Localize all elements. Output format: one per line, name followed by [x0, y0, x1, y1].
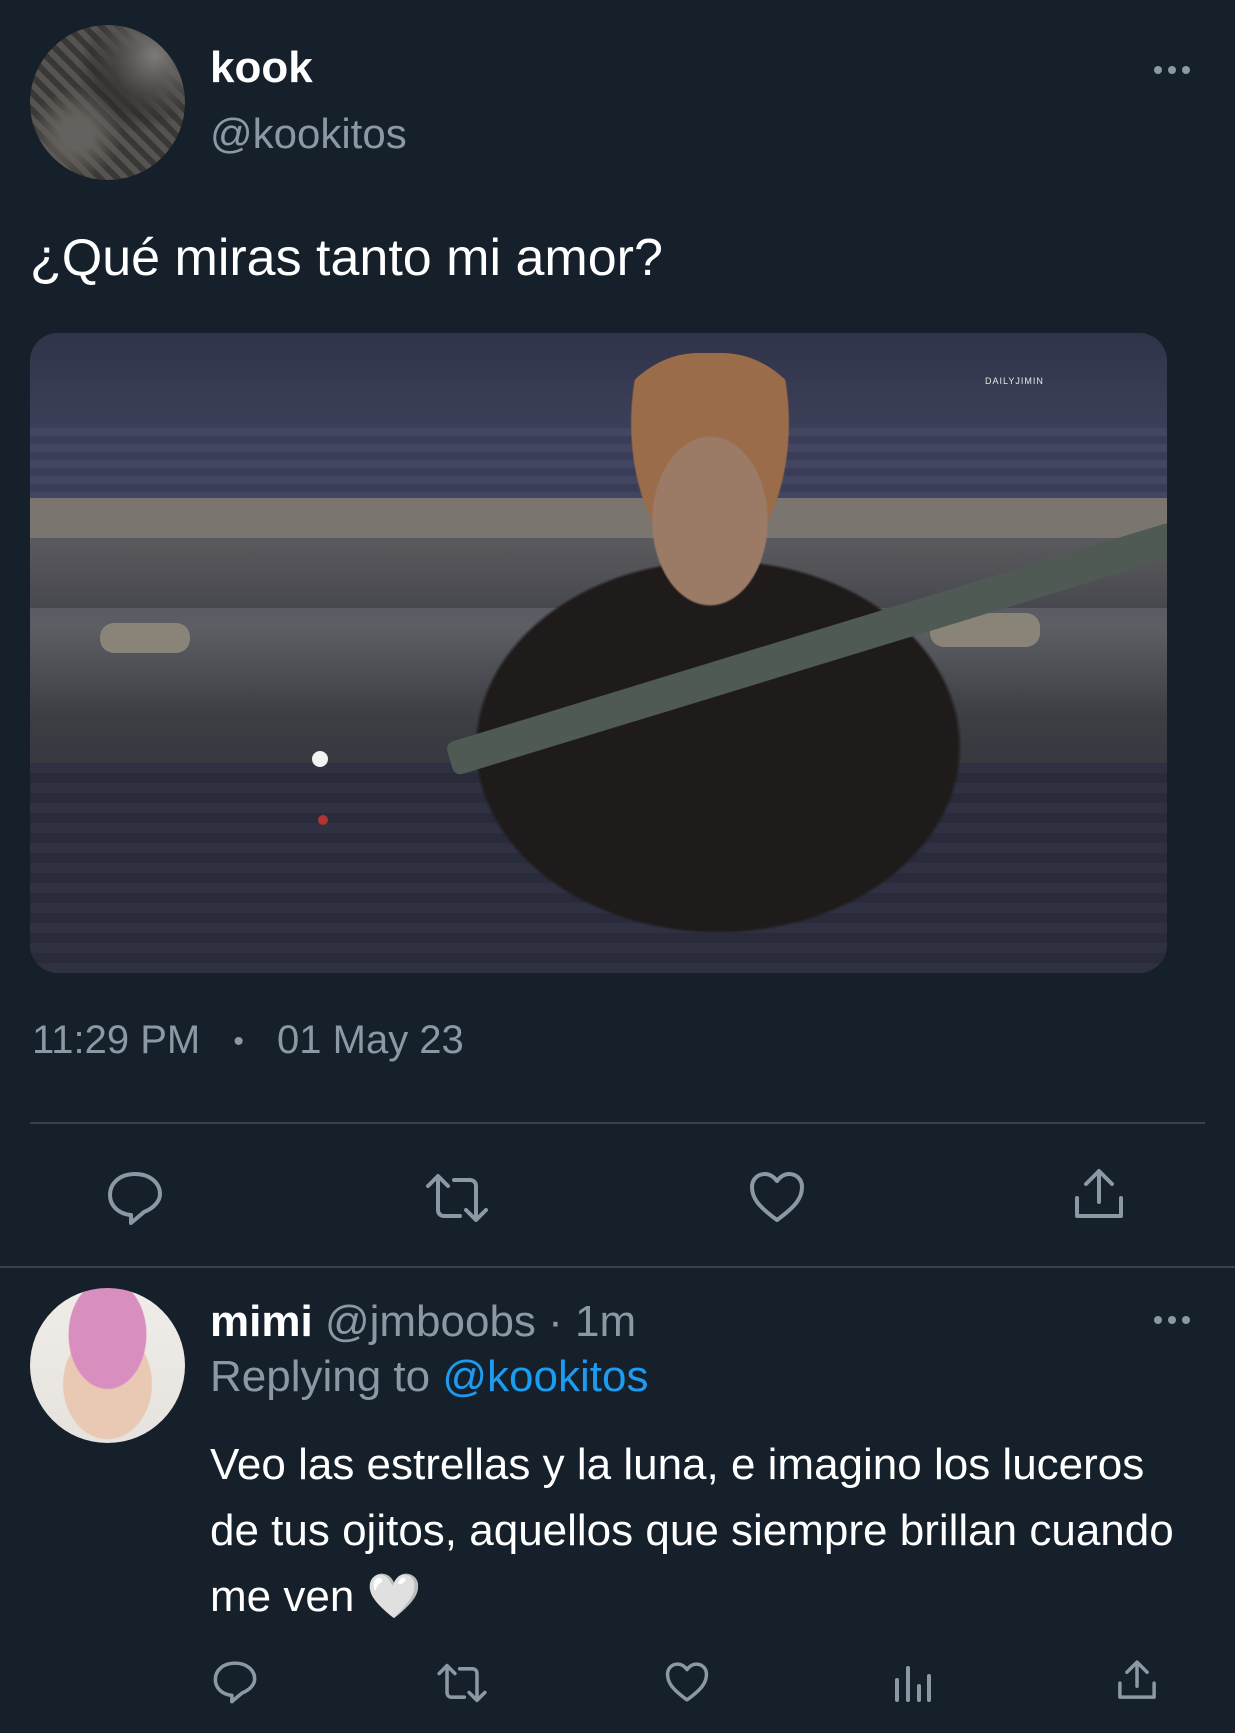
reply-like-button[interactable]	[664, 1661, 710, 1703]
reply-author-name[interactable]: mimi	[210, 1297, 313, 1346]
heart-icon	[750, 1172, 804, 1222]
heart-icon	[665, 1662, 709, 1702]
tweet-photo[interactable]: DAILYJIMIN	[30, 333, 1167, 973]
reply-button[interactable]	[106, 1170, 164, 1226]
timestamp-separator: •	[233, 1025, 244, 1059]
author-handle[interactable]: @kookitos	[210, 110, 407, 158]
more-horizontal-icon	[1154, 1316, 1190, 1324]
more-horizontal-icon	[1154, 66, 1190, 74]
reply-author-handle[interactable]: @jmboobs	[325, 1297, 536, 1346]
reply-age[interactable]: 1m	[575, 1297, 636, 1346]
reply-author-avatar[interactable]	[30, 1288, 185, 1443]
reply-analytics-button[interactable]	[893, 1664, 933, 1702]
reply-share-button[interactable]	[1116, 1658, 1158, 1702]
share-button[interactable]	[1072, 1166, 1126, 1222]
tweet-text: ¿Qué miras tanto mi amor?	[30, 229, 663, 287]
reply-icon	[108, 1172, 162, 1225]
author-name[interactable]: kook	[210, 43, 313, 93]
replying-to-mention[interactable]: @kookitos	[442, 1352, 648, 1401]
retweet-icon	[426, 1174, 488, 1222]
like-button[interactable]	[748, 1170, 806, 1224]
author-avatar[interactable]	[30, 25, 185, 180]
analytics-icon	[895, 1666, 931, 1702]
replying-to: Replying to @kookitos	[210, 1352, 648, 1402]
share-icon	[1118, 1660, 1156, 1699]
retweet-icon	[437, 1663, 487, 1703]
reply-retweet-button[interactable]	[436, 1662, 488, 1704]
tweet-time: 11:29 PM	[32, 1018, 201, 1062]
reply-reply-button[interactable]	[212, 1660, 258, 1704]
share-icon	[1075, 1169, 1123, 1218]
reply-more-options-button[interactable]	[1152, 1310, 1192, 1330]
divider	[30, 1122, 1205, 1124]
image-watermark: DAILYJIMIN	[985, 376, 1044, 386]
reply-header: mimi @jmboobs · 1m	[210, 1297, 636, 1347]
retweet-button[interactable]	[424, 1172, 490, 1224]
more-options-button[interactable]	[1152, 60, 1192, 80]
divider	[0, 1266, 1235, 1268]
tweet-date: 01 May 23	[277, 1018, 464, 1062]
reply-icon	[213, 1661, 257, 1704]
reply-dot: ·	[548, 1297, 563, 1346]
reply-text: Veo las estrellas y la luna, e imagino l…	[210, 1440, 1174, 1621]
tweet-timestamp[interactable]: 11:29 PM • 01 May 23	[32, 1018, 464, 1063]
replying-to-label: Replying to	[210, 1352, 431, 1401]
